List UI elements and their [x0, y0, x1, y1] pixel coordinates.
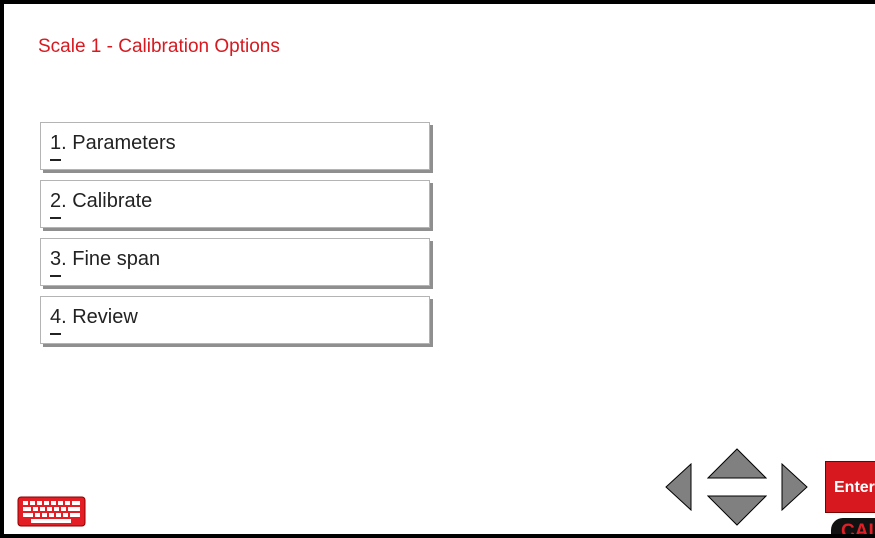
cal-mode-label: CAL — [841, 521, 875, 538]
menu-item-label: . Parameters — [61, 132, 176, 154]
menu-item-shortcut-number: 1 — [50, 132, 62, 161]
enter-button[interactable]: Enter — [825, 461, 875, 513]
menu-item-label: . Review — [61, 306, 138, 328]
menu-item-shortcut-number: 3 — [50, 248, 62, 277]
menu-item-text: 1. Parameters — [50, 132, 176, 161]
arrow-down-icon[interactable] — [707, 495, 767, 526]
calibration-menu: 1. Parameters 2. Calibrate 3. Fine span … — [40, 122, 430, 354]
menu-item-shortcut-number: 4 — [50, 306, 62, 335]
menu-item-calibrate[interactable]: 2. Calibrate — [40, 180, 430, 228]
keyboard-icon[interactable] — [17, 496, 86, 527]
menu-item-text: 2. Calibrate — [50, 190, 153, 219]
enter-button-label: Enter — [834, 479, 875, 496]
calibration-options-screen: Scale 1 - Calibration Options 1. Paramet… — [0, 0, 875, 538]
page-title: Scale 1 - Calibration Options — [38, 36, 280, 57]
menu-item-text: 3. Fine span — [50, 248, 161, 277]
menu-item-label: . Calibrate — [61, 190, 153, 212]
arrow-left-icon[interactable] — [665, 463, 692, 511]
menu-item-review[interactable]: 4. Review — [40, 296, 430, 344]
cal-mode-badge: CAL — [831, 518, 875, 538]
arrow-right-icon[interactable] — [781, 463, 808, 511]
arrow-up-icon[interactable] — [707, 448, 767, 479]
menu-item-text: 4. Review — [50, 306, 138, 335]
menu-item-shortcut-number: 2 — [50, 190, 62, 219]
menu-item-fine-span[interactable]: 3. Fine span — [40, 238, 430, 286]
menu-item-parameters[interactable]: 1. Parameters — [40, 122, 430, 170]
menu-item-label: . Fine span — [61, 248, 161, 270]
